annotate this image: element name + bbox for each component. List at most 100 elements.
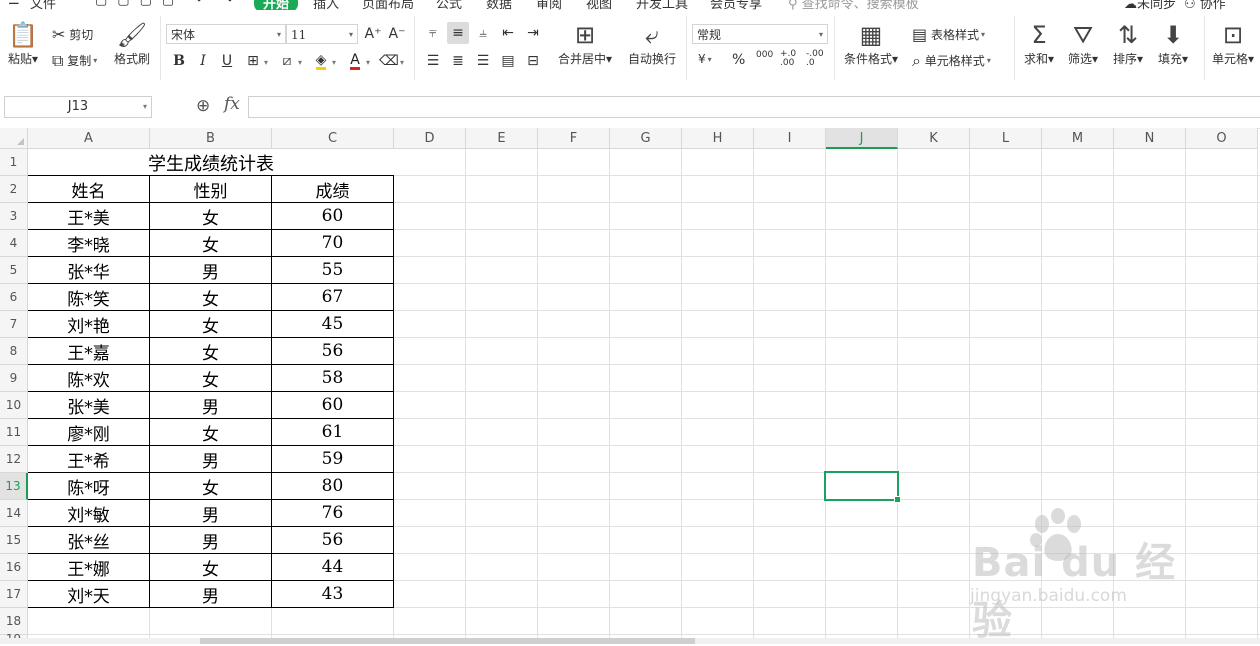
cell-fill-pattern-icon[interactable]: ⧄ <box>276 50 298 72</box>
menu-icon[interactable]: ☰ <box>8 0 20 8</box>
align-left-icon[interactable]: ☰ <box>422 50 444 72</box>
tab-page-layout[interactable]: 页面布局 <box>362 0 414 10</box>
align-bottom-icon[interactable]: ⫨ <box>472 22 494 44</box>
fx-icon[interactable]: fx <box>224 94 240 114</box>
paste-button[interactable]: 📋 粘贴▾ <box>8 22 38 67</box>
scrollbar-thumb[interactable] <box>200 638 695 644</box>
table-cell[interactable]: 80 <box>272 473 394 500</box>
table-header-cell[interactable]: 成绩 <box>272 175 394 203</box>
search-command[interactable]: ⚲ 查找命令、搜索模板 <box>788 0 919 10</box>
table-cell[interactable]: 61 <box>272 419 394 446</box>
collab-button[interactable]: ⚇ 协作 <box>1184 0 1226 10</box>
row-header-13[interactable]: 13 <box>0 473 28 500</box>
row-header-15[interactable]: 15 <box>0 527 28 554</box>
horizontal-scrollbar[interactable] <box>0 638 1260 644</box>
table-cell[interactable]: 58 <box>272 365 394 392</box>
table-header-cell[interactable]: 性别 <box>150 175 272 203</box>
column-header-m[interactable]: M <box>1042 128 1114 149</box>
table-cell[interactable]: 刘*艳 <box>27 311 150 338</box>
table-cell[interactable]: 男 <box>150 446 272 473</box>
tab-insert[interactable]: 插入 <box>313 0 339 10</box>
table-cell[interactable]: 女 <box>150 284 272 311</box>
row-header-1[interactable]: 1 <box>0 149 28 176</box>
table-header-cell[interactable]: 姓名 <box>27 175 150 203</box>
tab-formulas[interactable]: 公式 <box>436 0 462 10</box>
align-right-icon[interactable]: ☰ <box>472 50 494 72</box>
table-cell[interactable]: 王*美 <box>27 203 150 230</box>
row-header-18[interactable]: 18 <box>0 608 28 635</box>
table-cell[interactable]: 67 <box>272 284 394 311</box>
title-cell[interactable]: 学生成绩统计表 <box>28 149 394 176</box>
row-header-6[interactable]: 6 <box>0 284 28 311</box>
row-header-4[interactable]: 4 <box>0 230 28 257</box>
table-cell[interactable]: 女 <box>150 554 272 581</box>
column-header-h[interactable]: H <box>682 128 754 149</box>
table-cell[interactable]: 男 <box>150 581 272 608</box>
row-header-3[interactable]: 3 <box>0 203 28 230</box>
table-cell[interactable]: 廖*刚 <box>27 419 150 446</box>
table-cell[interactable]: 陈*笑 <box>27 284 150 311</box>
row-header-11[interactable]: 11 <box>0 419 28 446</box>
thousands-button[interactable]: 000 <box>756 50 773 60</box>
fill-button[interactable]: ⬇ 填充▾ <box>1158 22 1188 67</box>
tab-data[interactable]: 数据 <box>486 0 512 10</box>
cell-style-button[interactable]: ⌕ 单元格样式 ▾ <box>912 52 991 69</box>
table-cell[interactable]: 56 <box>272 338 394 365</box>
table-cell[interactable]: 女 <box>150 203 272 230</box>
table-cell[interactable]: 70 <box>272 230 394 257</box>
table-cell[interactable]: 张*华 <box>27 257 150 284</box>
fill-color-icon[interactable]: ◈ <box>310 50 332 72</box>
table-cell[interactable]: 59 <box>272 446 394 473</box>
table-cell[interactable]: 李*晓 <box>27 230 150 257</box>
tab-member[interactable]: 会员专享 <box>710 0 762 10</box>
table-cell[interactable]: 陈*呀 <box>27 473 150 500</box>
cell-button[interactable]: ⊡ 单元格▾ <box>1212 22 1254 67</box>
table-cell[interactable]: 43 <box>272 581 394 608</box>
sync-status[interactable]: ☁未同步 <box>1124 0 1176 10</box>
column-header-o[interactable]: O <box>1186 128 1258 149</box>
align-center-icon[interactable]: ≣ <box>447 50 469 72</box>
undo-icon[interactable]: ↶ <box>196 0 207 8</box>
format-painter-button[interactable]: 🖌 格式刷 <box>114 22 150 67</box>
table-cell[interactable]: 王*娜 <box>27 554 150 581</box>
table-cell[interactable]: 刘*天 <box>27 581 150 608</box>
font-name-select[interactable]: 宋体 ▾ <box>166 24 286 44</box>
clear-format-icon[interactable]: ⌫ <box>378 50 400 72</box>
table-cell[interactable]: 陈*欢 <box>27 365 150 392</box>
formula-input[interactable] <box>248 96 1260 118</box>
row-header-9[interactable]: 9 <box>0 365 28 392</box>
row-header-17[interactable]: 17 <box>0 581 28 608</box>
redo-icon[interactable]: ↷ <box>222 0 233 8</box>
tab-view[interactable]: 视图 <box>586 0 612 10</box>
filter-button[interactable]: ⛛ 筛选▾ <box>1068 22 1098 67</box>
sort-button[interactable]: ⇅ 排序▾ <box>1113 22 1143 67</box>
increase-indent-icon[interactable]: ⇥ <box>522 22 544 44</box>
row-header-10[interactable]: 10 <box>0 392 28 419</box>
table-cell[interactable]: 56 <box>272 527 394 554</box>
selected-cell[interactable] <box>824 471 901 503</box>
table-cell[interactable]: 44 <box>272 554 394 581</box>
decrease-indent-icon[interactable]: ⇤ <box>497 22 519 44</box>
table-cell[interactable]: 60 <box>272 392 394 419</box>
column-header-d[interactable]: D <box>394 128 466 149</box>
table-cell[interactable]: 60 <box>272 203 394 230</box>
font-color-icon[interactable]: A <box>344 50 366 72</box>
table-cell[interactable]: 王*嘉 <box>27 338 150 365</box>
table-cell[interactable]: 张*美 <box>27 392 150 419</box>
zoom-icon[interactable]: ⊕ <box>196 96 210 116</box>
conditional-format-button[interactable]: ▦ 条件格式▾ <box>844 22 898 67</box>
tab-review[interactable]: 审阅 <box>536 0 562 10</box>
row-header-7[interactable]: 7 <box>0 311 28 338</box>
name-box[interactable]: J13 ▾ <box>4 96 152 118</box>
column-header-g[interactable]: G <box>610 128 682 149</box>
column-header-k[interactable]: K <box>898 128 970 149</box>
table-cell[interactable]: 女 <box>150 365 272 392</box>
wrap-text-button[interactable]: ⤶ 自动换行 <box>628 22 676 67</box>
bold-button[interactable]: B <box>168 50 190 72</box>
tab-home[interactable]: 开始 <box>254 0 299 10</box>
decrease-decimal-button[interactable]: -.00 .0 <box>806 50 826 68</box>
table-cell[interactable]: 王*希 <box>27 446 150 473</box>
menu-file[interactable]: 文件 <box>30 0 56 10</box>
table-cell[interactable]: 女 <box>150 338 272 365</box>
column-header-f[interactable]: F <box>538 128 610 149</box>
